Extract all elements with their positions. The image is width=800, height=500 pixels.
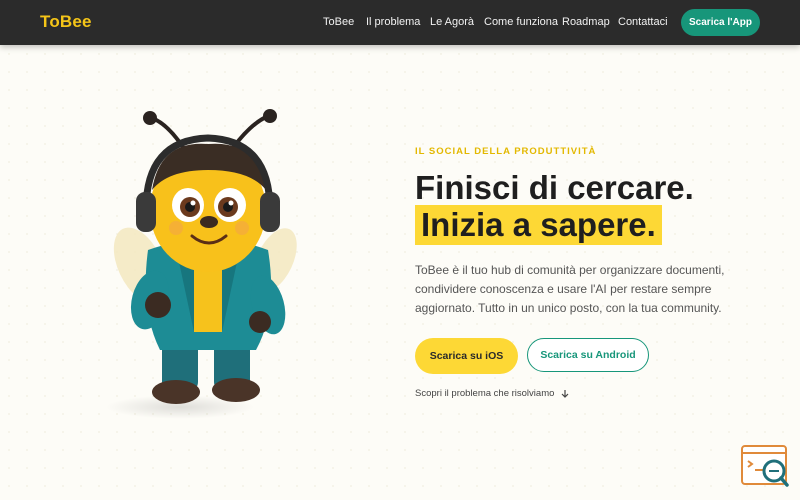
- nav-link-come-funziona[interactable]: Come funziona: [484, 16, 558, 28]
- arrow-down-icon: [561, 389, 569, 398]
- discover-problem-link[interactable]: Scopri il problema che risolviamo: [415, 388, 570, 399]
- hero-title-line2: Inizia a sapere.: [415, 205, 662, 245]
- discover-problem-label: Scopri il problema che risolviamo: [415, 388, 555, 399]
- download-android-button[interactable]: Scarica su Android: [527, 338, 649, 372]
- download-ios-button[interactable]: Scarica su iOS: [415, 338, 518, 374]
- hero-description: ToBee è il tuo hub di comunità per organ…: [415, 263, 725, 315]
- nav-link-roadmap[interactable]: Roadmap: [562, 16, 610, 28]
- search-widget-icon[interactable]: [740, 443, 790, 489]
- nav-link-contattaci[interactable]: Contattaci: [618, 16, 668, 28]
- download-app-button[interactable]: Scarica l'App: [681, 9, 760, 36]
- top-navbar: ToBee ToBee Il problema Le Agorà Come fu…: [0, 0, 800, 45]
- nav-link-tobee[interactable]: ToBee: [323, 16, 354, 28]
- nav-link-agora[interactable]: Le Agorà: [430, 16, 474, 28]
- nav-link-problema[interactable]: Il problema: [366, 16, 420, 28]
- hero-title-line1: Finisci di cercare.: [415, 169, 694, 206]
- bee-mascot-illustration: [110, 100, 310, 420]
- hero-eyebrow: IL SOCIAL DELLA PRODUTTIVITÀ: [415, 146, 597, 157]
- main-nav: ToBee Il problema Le Agorà Come funziona…: [0, 0, 800, 45]
